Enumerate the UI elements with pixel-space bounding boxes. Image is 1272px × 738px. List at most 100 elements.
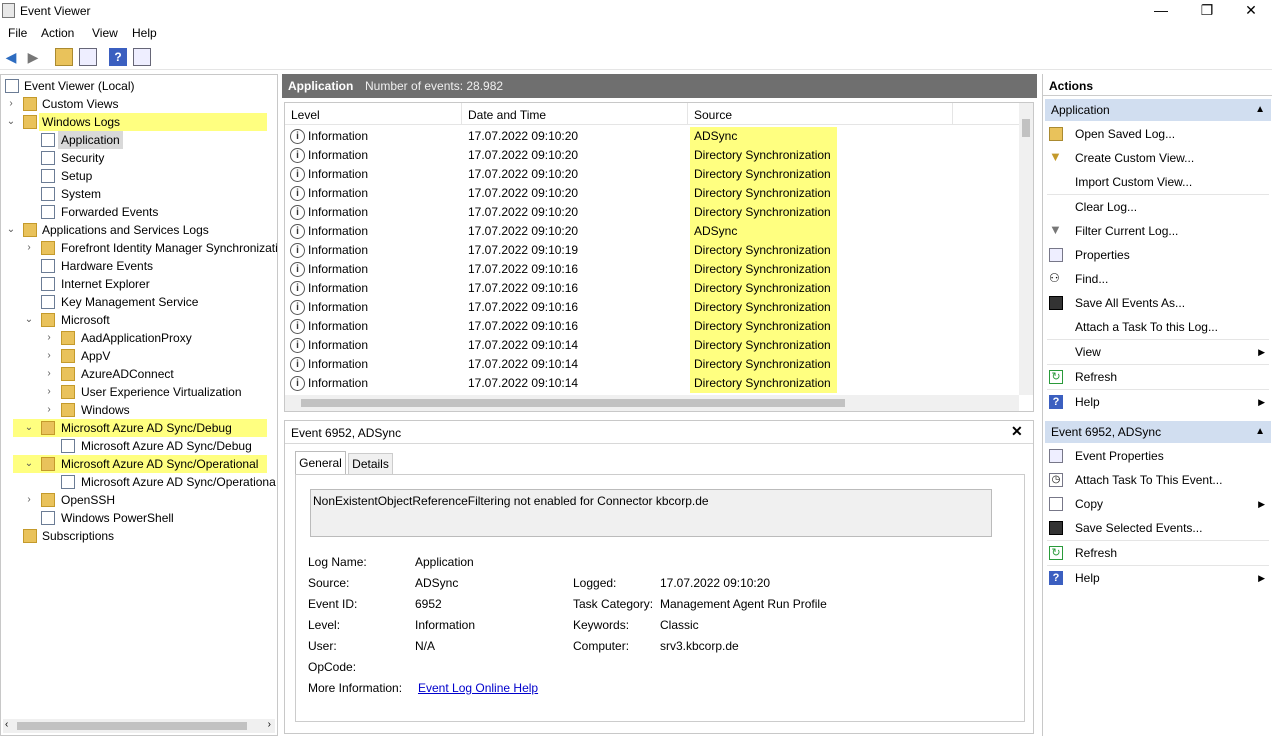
chevron-right-icon[interactable]: ›: [43, 401, 55, 419]
action-import-custom-view[interactable]: Import Custom View...: [1047, 170, 1269, 194]
table-row[interactable]: i Information 17.07.2022 09:10:20 Directory…: [285, 146, 1020, 165]
table-row[interactable]: i Information 17.07.2022 09:10:14 Directory…: [285, 336, 1020, 355]
tree-horizontal-scrollbar[interactable]: ‹ ›: [3, 719, 275, 733]
tree-aad-debug-log[interactable]: Microsoft Azure AD Sync/Debug: [1, 437, 277, 455]
table-row[interactable]: i Information 17.07.2022 09:10:16 Directory…: [285, 298, 1020, 317]
table-row[interactable]: i Information 17.07.2022 09:10:20 ADSync: [285, 222, 1020, 241]
menu-help[interactable]: Help: [132, 26, 157, 40]
action-help[interactable]: ? Help ▶: [1047, 390, 1269, 414]
action-event-properties[interactable]: Event Properties: [1047, 444, 1269, 468]
event-message[interactable]: NonExistentObjectReferenceFiltering not …: [310, 489, 992, 537]
tree-uev[interactable]: › User Experience Virtualization: [1, 383, 277, 401]
action-properties[interactable]: Properties: [1047, 243, 1269, 267]
action-save-selected-events[interactable]: Save Selected Events...: [1047, 516, 1269, 540]
forward-arrow-icon[interactable]: ▶: [24, 48, 42, 66]
collapse-icon[interactable]: ▲: [1255, 421, 1265, 443]
table-row[interactable]: i Information 17.07.2022 09:10:16 Directory…: [285, 260, 1020, 279]
chevron-right-icon[interactable]: ›: [43, 383, 55, 401]
tree-aad-operational-folder[interactable]: ⌄ Microsoft Azure AD Sync/Operational: [13, 455, 267, 473]
chevron-right-icon[interactable]: ›: [5, 95, 17, 113]
chevron-right-icon[interactable]: ›: [43, 365, 55, 383]
action-help-event[interactable]: ? Help ▶: [1047, 566, 1269, 590]
chevron-down-icon[interactable]: ⌄: [23, 455, 35, 473]
actions-section-event[interactable]: Event 6952, ADSync ▲: [1045, 421, 1271, 443]
col-level[interactable]: Level: [291, 108, 320, 122]
col-date[interactable]: Date and Time: [468, 108, 546, 122]
chevron-down-icon[interactable]: ⌄: [23, 311, 35, 329]
tree-subscriptions[interactable]: Subscriptions: [1, 527, 277, 545]
tree-aad-debug-folder[interactable]: ⌄ Microsoft Azure AD Sync/Debug: [13, 419, 267, 437]
scroll-thumb[interactable]: [17, 722, 247, 730]
tree-openssh[interactable]: › OpenSSH: [1, 491, 277, 509]
grid-vertical-scrollbar[interactable]: [1019, 103, 1033, 395]
tab-general[interactable]: General: [295, 451, 346, 475]
tree-fim[interactable]: › Forefront Identity Manager Synchroniza…: [1, 239, 277, 257]
chevron-right-icon[interactable]: ›: [23, 239, 35, 257]
tree-microsoft[interactable]: ⌄ Microsoft: [1, 311, 277, 329]
scroll-left-icon[interactable]: ‹: [5, 719, 8, 730]
scroll-thumb[interactable]: [1022, 119, 1030, 137]
tree-aad-operational-log[interactable]: Microsoft Azure AD Sync/Operationa: [1, 473, 277, 491]
chevron-down-icon[interactable]: ⌄: [5, 221, 17, 239]
up-folder-icon[interactable]: [55, 48, 73, 66]
action-open-saved-log[interactable]: Open Saved Log...: [1047, 122, 1269, 146]
table-row[interactable]: i Information 17.07.2022 09:10:16 Directory…: [285, 317, 1020, 336]
tree-system[interactable]: System: [1, 185, 277, 203]
tree-appv[interactable]: › AppV: [1, 347, 277, 365]
table-row[interactable]: i Information 17.07.2022 09:10:20 Directory…: [285, 184, 1020, 203]
tree-apps-services[interactable]: ⌄ Applications and Services Logs: [1, 221, 277, 239]
tree-custom-views[interactable]: › Custom Views: [1, 95, 277, 113]
chevron-down-icon[interactable]: ⌄: [23, 419, 35, 437]
back-arrow-icon[interactable]: ◀: [2, 48, 20, 66]
minimize-button[interactable]: —: [1138, 0, 1184, 22]
collapse-icon[interactable]: ▲: [1255, 99, 1265, 121]
tree-powershell[interactable]: Windows PowerShell: [1, 509, 277, 527]
tree-aadproxy[interactable]: › AadApplicationProxy: [1, 329, 277, 347]
actions-section-application[interactable]: Application ▲: [1045, 99, 1271, 121]
col-source[interactable]: Source: [694, 108, 732, 122]
table-row[interactable]: i Information 17.07.2022 09:10:19 Directory…: [285, 241, 1020, 260]
action-attach-task-event[interactable]: ◷ Attach Task To This Event...: [1047, 468, 1269, 492]
tree-security[interactable]: Security: [1, 149, 277, 167]
tree-windows[interactable]: › Windows: [1, 401, 277, 419]
table-row[interactable]: i Information 17.07.2022 09:10:20 Directory…: [285, 165, 1020, 184]
action-clear-log[interactable]: Clear Log...: [1047, 195, 1269, 219]
menu-view[interactable]: View: [92, 26, 118, 40]
show-hide-tree-icon[interactable]: [79, 48, 97, 66]
show-hide-action-pane-icon[interactable]: [133, 48, 151, 66]
chevron-down-icon[interactable]: ⌄: [5, 113, 17, 131]
tree-forwarded-events[interactable]: Forwarded Events: [1, 203, 277, 221]
col-divider[interactable]: [461, 103, 462, 125]
action-refresh-event[interactable]: ↻ Refresh: [1047, 541, 1269, 565]
table-row[interactable]: i Information 17.07.2022 09:10:20 Directory…: [285, 203, 1020, 222]
maximize-button[interactable]: ❐: [1184, 0, 1230, 22]
chevron-right-icon[interactable]: ›: [43, 329, 55, 347]
scroll-right-icon[interactable]: ›: [268, 719, 271, 730]
tree-application[interactable]: Application: [1, 131, 277, 149]
tab-details[interactable]: Details: [348, 453, 393, 475]
table-row[interactable]: i Information 17.07.2022 09:10:16 Directory…: [285, 279, 1020, 298]
close-button[interactable]: ✕: [1228, 0, 1272, 22]
table-row[interactable]: i Information 17.07.2022 09:10:14 Directory…: [285, 355, 1020, 374]
action-find[interactable]: ⚇ Find...: [1047, 267, 1269, 291]
scroll-thumb[interactable]: [301, 399, 845, 407]
tree-internet-explorer[interactable]: Internet Explorer: [1, 275, 277, 293]
tree-windows-logs[interactable]: ⌄ Windows Logs: [1, 113, 277, 131]
tree-kms[interactable]: Key Management Service: [1, 293, 277, 311]
action-save-all-events[interactable]: Save All Events As...: [1047, 291, 1269, 315]
action-view[interactable]: View ▶: [1047, 340, 1269, 364]
help-icon[interactable]: ?: [109, 48, 127, 66]
table-row[interactable]: i Information 17.07.2022 09:10:14 Directory…: [285, 374, 1020, 393]
menu-file[interactable]: File: [8, 26, 27, 40]
tree-azureadconnect[interactable]: › AzureADConnect: [1, 365, 277, 383]
tree-root[interactable]: Event Viewer (Local): [1, 77, 277, 95]
action-attach-task-log[interactable]: Attach a Task To this Log...: [1047, 315, 1269, 339]
table-row[interactable]: i Information 17.07.2022 09:10:20 ADSync: [285, 127, 1020, 146]
chevron-right-icon[interactable]: ›: [23, 491, 35, 509]
chevron-right-icon[interactable]: ›: [43, 347, 55, 365]
tree-setup[interactable]: Setup: [1, 167, 277, 185]
col-divider[interactable]: [952, 103, 953, 125]
event-log-help-link[interactable]: Event Log Online Help: [418, 681, 538, 695]
grid-horizontal-scrollbar[interactable]: [285, 395, 1019, 411]
col-divider[interactable]: [687, 103, 688, 125]
